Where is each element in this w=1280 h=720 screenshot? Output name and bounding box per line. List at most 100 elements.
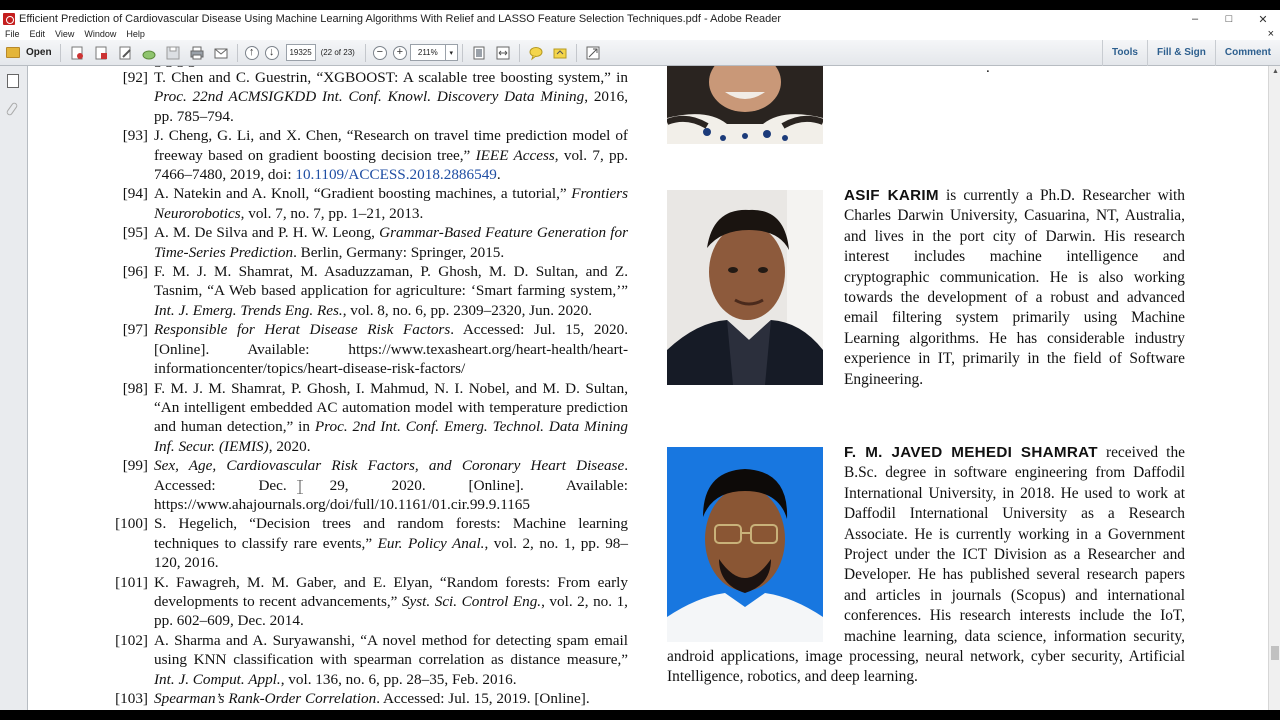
author-photo-asif-karim [667,190,823,385]
reference-number: [103] [115,690,148,707]
maximize-button[interactable]: □ [1212,10,1246,28]
menu-window[interactable]: Window [84,29,116,39]
menu-help[interactable]: Help [126,29,145,39]
reference-item: [101] K. Fawagreh, M. M. Gaber, and E. El… [108,573,628,631]
page-number-input[interactable]: 19325 [285,44,316,61]
window-title: Efficient Prediction of Cardiovascular D… [19,13,782,25]
print-icon[interactable] [188,44,206,62]
reference-number: [93] [122,127,148,145]
menu-edit[interactable]: Edit [30,29,46,39]
toolbar: Open ↑ ↓ 19325 (22 of 23) − + 211% ▾ Too… [0,39,1280,66]
reference-number: [102] [115,631,148,649]
close-document-icon[interactable]: × [1268,28,1274,40]
author-photo-top [667,66,823,144]
reference-number: [95] [122,224,148,242]
plus-icon: + [392,45,407,60]
bio-name-shamrat: F. M. JAVED MEHEDI SHAMRAT [844,444,1098,461]
reference-item: [98] F. M. J. M. Shamrat, P. Ghosh, I. Ma… [108,379,628,457]
reference-text: Spearman’s Rank-Order Correlation [154,690,377,707]
reference-item: [95] A. M. De Silva and P. H. W. Leong, G… [108,223,628,262]
reference-number: [96] [122,263,148,281]
zoom-in-button[interactable]: + [392,44,407,62]
reference-number: [92] [122,69,148,86]
toolbar-separator [59,43,61,62]
reference-item: [96] F. M. J. M. Shamrat, M. Asaduzzaman,… [108,262,628,320]
reference-text: , vol. 136, no. 6, pp. 28–35, Feb. 2016. [280,670,517,688]
reference-number: [100] [115,515,148,533]
menu-file[interactable]: File [5,29,20,39]
reference-text: F. M. J. M. Shamrat, M. Asaduzzaman, P. … [154,263,628,300]
toolbar-separator [364,43,366,62]
reference-text: . Accessed: Jul. 15, 2019. [Online]. [376,690,590,707]
bio-shamrat: F. M. JAVED MEHEDI SHAMRAT received the … [667,443,1185,688]
reference-text: A. Sharma and A. Suryawanshi, “A novel m… [154,631,628,669]
previous-page-button[interactable]: ↑ [244,44,259,62]
reference-number: [101] [115,573,148,591]
reference-item: [94] A. Natekin and A. Knoll, “Gradient b… [108,184,628,223]
reference-text: Responsible for Herat Disease Risk Facto… [154,321,451,339]
reference-text: Int. J. Comput. Appl. [154,670,281,688]
menu-view[interactable]: View [55,29,74,39]
toolbar-separator [575,43,577,62]
reference-text: IEEE Access [475,146,555,164]
reference-item: [103] Spearman’s Rank-Order Correlation. … [108,689,628,708]
fit-page-icon[interactable] [470,44,488,62]
doi-link[interactable]: 10.1109/ACCESS.2018.2886549 [295,166,497,183]
reference-number: [94] [122,185,148,203]
next-page-button[interactable]: ↓ [264,44,279,62]
close-button[interactable]: ✕ [1246,10,1280,28]
minimize-button[interactable]: – [1178,10,1212,28]
reference-text: Int. J. Emerg. Trends Eng. Res. [154,301,343,319]
cutoff-bio-text-top: . [986,66,990,76]
bio-text-asif-karim: is currently a Ph.D. Researcher with Cha… [844,187,1185,388]
save-icon[interactable] [164,44,182,62]
arrow-up-icon: ↑ [244,45,259,60]
bio-asif-karim: ASIF KARIM is currently a Ph.D. Research… [844,186,1185,390]
zoom-dropdown-icon[interactable]: ▾ [445,44,458,61]
menu-bar: File Edit View Window Help × [0,28,1280,40]
tab-fill-sign[interactable]: Fill & Sign [1146,39,1215,66]
reference-number: [99] [122,457,148,475]
reference-number: [97] [122,321,148,339]
cloud-icon[interactable] [140,44,158,62]
expand-icon[interactable] [584,44,602,62]
scrollbar-thumb[interactable] [1271,646,1279,660]
screen-top-border [0,0,1280,10]
reference-text: Sex, Age, Cardiovascular Risk Factors, a… [154,457,625,475]
zoom-input[interactable]: 211% [409,44,446,61]
fit-width-icon[interactable] [494,44,512,62]
document-view[interactable]: g g g g [92]T. Chen and C. Guestrin, “XG… [28,66,1268,710]
reference-text: A. M. De Silva and P. H. W. Leong, [154,224,380,242]
export-pdf-icon[interactable] [92,44,110,62]
minus-icon: − [372,45,387,60]
tab-tools[interactable]: Tools [1102,39,1147,66]
highlight-icon[interactable] [551,44,569,62]
edit-pdf-icon[interactable] [116,44,134,62]
photo-float-spacer [667,443,844,631]
reference-item: [100] S. Hegelich, “Decision trees and ra… [108,514,628,572]
email-icon[interactable] [212,44,230,62]
reference-text: T. Chen and C. Guestrin, “XGBOOST: A sca… [154,69,628,86]
zoom-out-button[interactable]: − [372,44,387,62]
reference-item: [97] Responsible for Herat Disease Risk F… [108,320,628,378]
attachments-icon[interactable] [5,101,19,117]
create-pdf-icon[interactable] [68,44,86,62]
reference-text: . [496,166,501,184]
scroll-up-icon[interactable]: ▲ [1272,68,1279,75]
adobe-reader-icon [3,13,15,25]
reference-text: , vol. 8, no. 6, pp. 2309–2320, Jun. 202… [342,301,593,319]
reference-item: [93] J. Cheng, G. Li, and X. Chen, “Resea… [108,126,628,184]
tab-comment[interactable]: Comment [1214,39,1280,66]
text-cursor-icon [297,479,303,495]
reference-item: [99] Sex, Age, Cardiovascular Risk Factor… [108,456,628,514]
screen-bottom-border [0,710,1280,720]
reference-number: [98] [122,379,148,397]
comment-bubble-icon[interactable] [527,44,545,62]
page-thumbnails-icon[interactable] [7,71,21,88]
reference-list: [92] T. Chen and C. Guestrin, “XGBOOST: A… [108,68,628,708]
arrow-down-icon: ↓ [264,45,279,60]
open-button[interactable]: Open [0,47,56,58]
vertical-scrollbar[interactable]: ▲ [1268,66,1280,710]
reference-text: A. Natekin and A. Knoll, “Gradient boost… [154,185,572,203]
reference-item: [92] T. Chen and C. Guestrin, “XGBOOST: A… [108,68,628,126]
